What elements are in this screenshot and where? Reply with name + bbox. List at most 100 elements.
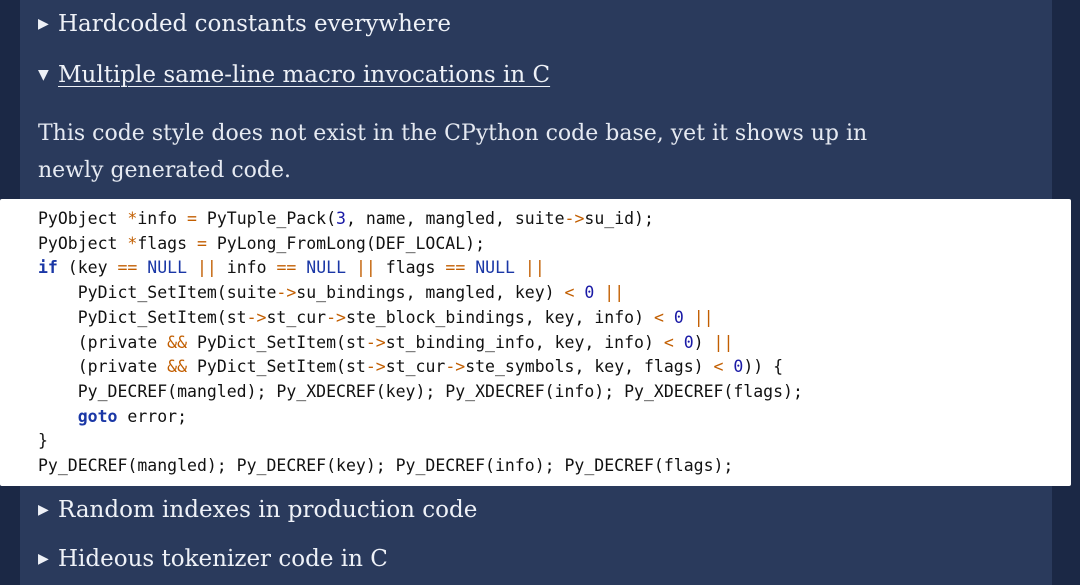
code-token: ->	[365, 332, 386, 352]
code-token: info	[137, 209, 188, 228]
code-line: PyObject *info = PyTuple_Pack(3, name, m…	[38, 207, 803, 232]
code-token: su_id);	[584, 209, 654, 228]
summary-label: Hardcoded constants everywhere	[58, 11, 451, 37]
code-token: Py_DECREF(mangled); Py_DECREF(key); Py_D…	[38, 456, 734, 476]
code-line: PyObject *flags = PyLong_FromLong(DEF_LO…	[38, 232, 803, 257]
code-token: }	[38, 431, 48, 451]
details-summary-hardcoded-constants[interactable]: ▶ Hardcoded constants everywhere	[38, 11, 451, 37]
code-token: PyTuple_Pack(	[196, 209, 337, 228]
collapsed-triangle-icon: ▶	[38, 502, 49, 518]
code-token: 3	[336, 209, 346, 228]
code-token: ==	[117, 258, 138, 278]
code-token: ==	[276, 258, 297, 278]
code-token: (private	[38, 332, 168, 352]
code-token: =	[196, 233, 207, 253]
code-token: ->	[365, 357, 386, 377]
code-token: ->	[445, 357, 466, 377]
code-token: su_bindings, mangled, key)	[296, 283, 565, 303]
code-line: goto error;	[38, 405, 803, 430]
code-token: ||	[604, 283, 625, 303]
code-token: PyObject	[38, 233, 128, 253]
code-token: NULL	[306, 258, 347, 278]
code-token: &&	[167, 332, 188, 352]
code-token: ->	[564, 209, 585, 228]
code-token: Py_DECREF(mangled); Py_XDECREF(key); Py_…	[38, 381, 803, 401]
summary-label: Random indexes in production code	[58, 497, 478, 523]
code-token: ste_symbols, key, flags)	[465, 357, 714, 377]
details-summary-tokenizer-code[interactable]: ▶ Hideous tokenizer code in C	[38, 546, 388, 572]
code-token: ste_block_bindings, key, info)	[345, 307, 654, 327]
code-token: PyDict_SetItem(st	[38, 307, 247, 327]
code-token: ||	[713, 332, 734, 352]
code-token: NULL	[147, 258, 188, 278]
section-description: This code style does not exist in the CP…	[38, 121, 868, 183]
code-token: NULL	[475, 258, 515, 278]
code-token: )	[693, 332, 714, 352]
code-token: info	[216, 258, 277, 278]
code-token: =	[187, 209, 197, 228]
code-token: (key	[57, 258, 118, 278]
code-token: ->	[276, 283, 297, 303]
code-token: PyDict_SetItem(suite	[38, 283, 277, 303]
code-token: )) {	[743, 357, 784, 377]
code-content: PyObject *info = PyTuple_Pack(3, name, m…	[38, 207, 803, 479]
code-token: (private	[38, 357, 168, 377]
code-token: , name, mangled, suite	[345, 209, 565, 228]
code-token: goto	[77, 406, 118, 426]
summary-label: Hideous tokenizer code in C	[58, 546, 388, 572]
details-summary-macro-invocations[interactable]: ▼ Multiple same-line macro invocations in…	[38, 62, 550, 88]
code-token: ->	[326, 307, 346, 327]
code-token: ||	[693, 307, 714, 327]
code-line: (private && PyDict_SetItem(st->st_bindin…	[38, 331, 803, 356]
code-token: st_cur	[266, 307, 327, 327]
code-token: &&	[167, 357, 188, 377]
code-token: ==	[445, 258, 466, 278]
code-token: *	[127, 233, 138, 253]
code-line: Py_DECREF(mangled); Py_XDECREF(key); Py_…	[38, 380, 803, 405]
code-block: PyObject *info = PyTuple_Pack(3, name, m…	[0, 199, 1071, 486]
code-token: st_binding_info, key, info)	[385, 332, 664, 352]
collapsed-triangle-icon: ▶	[38, 551, 49, 567]
code-line: if (key == NULL || info == NULL || flags…	[38, 256, 803, 281]
code-token: *	[127, 209, 138, 228]
code-token: error;	[117, 406, 188, 426]
code-token: <	[564, 283, 575, 303]
code-token: PyLong_FromLong(DEF_LOCAL);	[206, 233, 486, 253]
code-token: 0	[733, 357, 744, 377]
code-token: ||	[524, 258, 545, 278]
code-token: ||	[196, 258, 217, 278]
code-token: 0	[584, 283, 595, 303]
collapsed-triangle-icon: ▶	[38, 16, 49, 32]
code-token: st_cur	[385, 357, 446, 377]
code-line: }	[38, 429, 803, 454]
code-token: 0	[683, 332, 694, 352]
code-token: 0	[673, 307, 684, 327]
code-token: ||	[355, 258, 376, 278]
code-line: PyDict_SetItem(st->st_cur->ste_block_bin…	[38, 306, 803, 331]
code-token: ->	[246, 307, 267, 327]
code-token: flags	[137, 233, 197, 253]
details-summary-random-indexes[interactable]: ▶ Random indexes in production code	[38, 497, 477, 523]
code-token: <	[663, 332, 674, 352]
code-token: PyDict_SetItem(st	[187, 332, 366, 352]
code-token: if	[38, 258, 58, 278]
code-token: <	[653, 307, 664, 327]
code-token: flags	[375, 258, 446, 278]
code-token: PyObject	[38, 209, 128, 228]
code-line: PyDict_SetItem(suite->su_bindings, mangl…	[38, 281, 803, 306]
code-token: <	[713, 357, 724, 377]
code-line: Py_DECREF(mangled); Py_DECREF(key); Py_D…	[38, 454, 803, 479]
